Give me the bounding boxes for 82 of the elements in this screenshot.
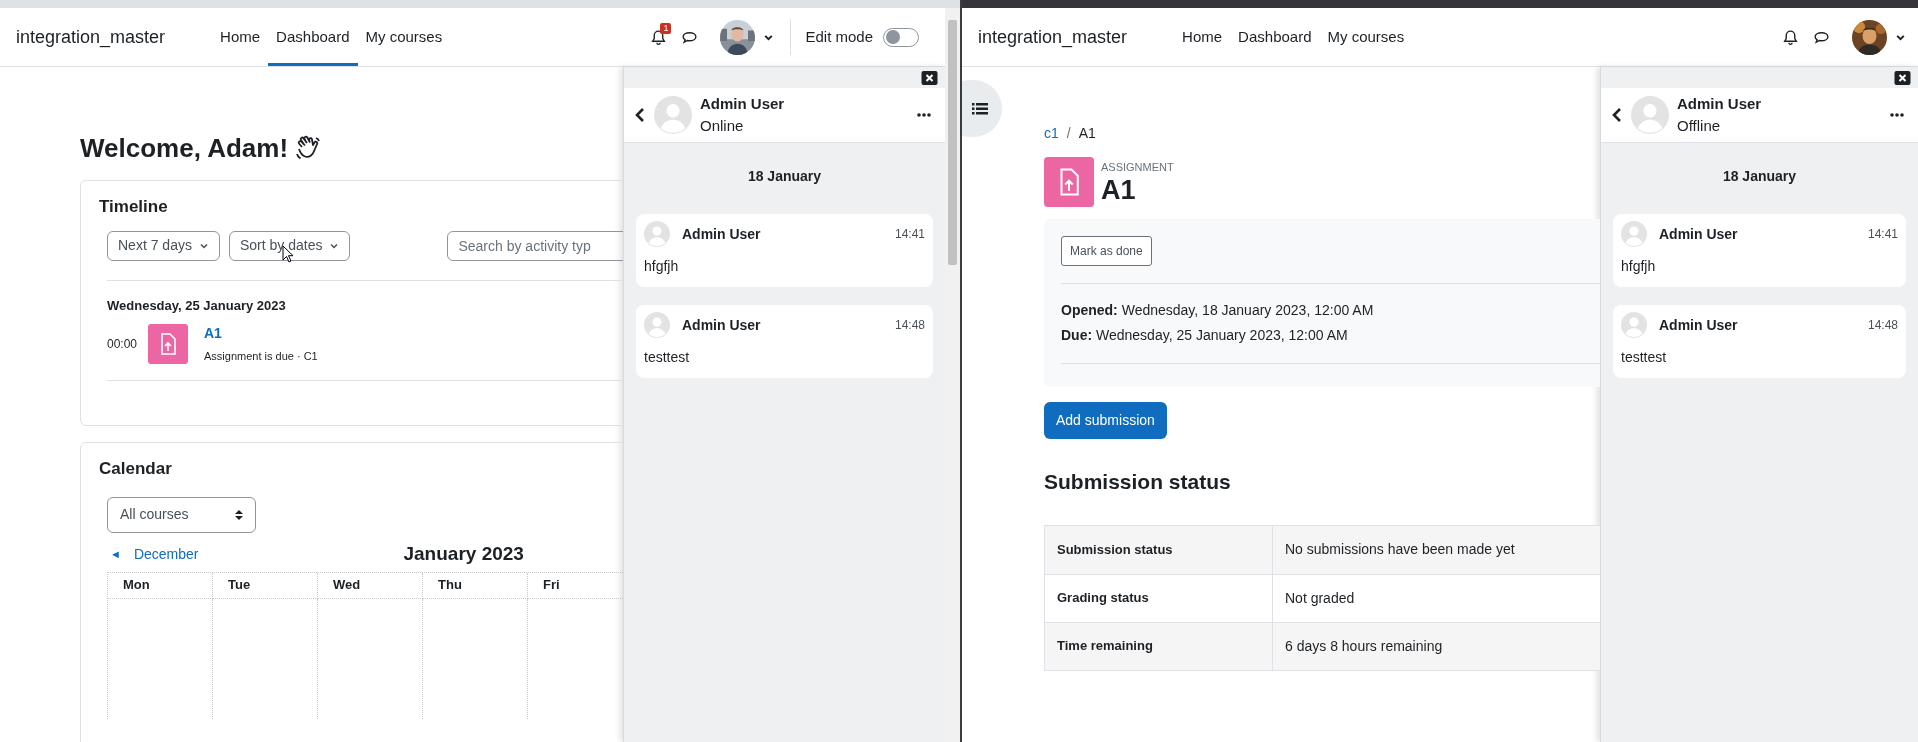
add-submission-button[interactable]: Add submission — [1044, 402, 1167, 439]
contact-name[interactable]: Admin User — [700, 93, 785, 115]
table-cell: Time remaining — [1045, 622, 1273, 670]
weekday-header: Wed — [318, 572, 423, 599]
waving-hand-icon — [296, 135, 321, 161]
date-divider: 18 January — [1721, 167, 1798, 186]
month-title: January 2023 — [403, 542, 524, 567]
previous-month-link[interactable]: ◄ December — [107, 544, 199, 565]
back-icon[interactable] — [634, 107, 646, 123]
avatar-icon — [1621, 312, 1647, 338]
avatar-icon — [1631, 96, 1669, 134]
course-select[interactable]: All courses — [107, 496, 256, 533]
table-cell-text: Not graded — [1284, 588, 1356, 608]
event-time: 00:00 — [107, 335, 139, 353]
message-text: hfgfjh — [644, 257, 680, 276]
nav-link[interactable]: My courses — [357, 8, 451, 66]
contact-status: Offline — [1677, 116, 1722, 136]
edit-mode-label: Edit mode — [805, 26, 873, 47]
message-time: 14:41 — [1867, 226, 1898, 243]
nav-link[interactable]: My courses — [1319, 8, 1413, 66]
back-icon[interactable] — [1611, 107, 1623, 123]
message-text: testtest — [1621, 348, 1668, 367]
avatar-icon — [654, 96, 692, 134]
page-heading: Welcome, Adam! — [80, 131, 289, 165]
table-cell: Submission status — [1045, 525, 1273, 574]
nav-link[interactable]: Dashboard — [1230, 8, 1320, 66]
assignment-icon — [1044, 157, 1094, 207]
nav-link[interactable]: Home — [1174, 8, 1231, 66]
close-icon[interactable] — [1894, 70, 1911, 85]
edit-mode-switch[interactable] — [883, 27, 919, 47]
event-detail: Assignment is due · C1 — [204, 349, 318, 364]
breadcrumb-link[interactable]: c1 — [1044, 122, 1059, 144]
date-heading: Wednesday, 25 January 2023 — [107, 296, 287, 315]
mark-as-done-button[interactable]: Mark as done — [1061, 236, 1152, 266]
avatar-icon — [644, 312, 670, 338]
message-time: 14:41 — [894, 226, 925, 243]
sender-name: Admin User — [682, 224, 762, 244]
scrollbar[interactable] — [945, 8, 960, 742]
breadcrumb-current: A1 — [1078, 123, 1096, 143]
message-time: 14:48 — [1867, 317, 1898, 334]
avatar-icon — [644, 221, 670, 247]
list-icon — [972, 101, 988, 116]
bell-icon[interactable] — [1782, 28, 1799, 46]
avatar-icon — [1621, 221, 1647, 247]
scrollbar-thumb[interactable] — [948, 20, 957, 265]
date-divider: 18 January — [746, 167, 823, 186]
sender-name: Admin User — [682, 315, 762, 335]
more-icon[interactable] — [917, 113, 931, 117]
message-text: hfgfjh — [1621, 257, 1657, 276]
weekday-header: Tue — [213, 572, 318, 599]
more-icon[interactable] — [1890, 113, 1904, 117]
page-heading: A1 — [1101, 175, 1137, 206]
table-cell: Grading status — [1045, 574, 1273, 622]
weekday-header: Mon — [108, 572, 213, 599]
switch-knob[interactable] — [886, 30, 900, 44]
contact-status: Online — [700, 116, 745, 136]
date-line: Due: Wednesday, 25 January 2023, 12:00 AM — [1061, 326, 1349, 345]
activity-type: ASSIGNMENT — [1101, 159, 1174, 175]
sort-arrows-icon — [235, 508, 243, 521]
event-link[interactable]: A1 — [204, 323, 222, 344]
nav-link[interactable]: Dashboard — [268, 8, 358, 66]
sender-name: Admin User — [1659, 315, 1739, 335]
breadcrumb-separator: / — [1066, 123, 1071, 143]
message-text: testtest — [644, 348, 691, 367]
date-line: Opened: Wednesday, 18 January 2023, 12:00 AM — [1061, 301, 1375, 320]
filter-dropdown[interactable]: Next 7 days — [107, 230, 220, 261]
table-cell-text: 6 days 8 hours remaining — [1284, 636, 1444, 656]
assignment-icon — [148, 323, 188, 364]
site-name[interactable]: integration_master — [978, 23, 1128, 51]
card-title: Timeline — [99, 196, 169, 218]
message-time: 14:48 — [894, 317, 925, 334]
close-icon[interactable] — [921, 70, 938, 85]
search-field[interactable]: Search by activity typ — [447, 230, 623, 261]
sender-name: Admin User — [1659, 224, 1739, 244]
contact-name[interactable]: Admin User — [1677, 93, 1762, 115]
notification-count: 1 — [660, 22, 672, 34]
site-name[interactable]: integration_master — [16, 23, 166, 51]
section-heading: Submission status — [1044, 469, 1232, 495]
table-cell-text: No submissions have been made yet — [1284, 540, 1516, 559]
weekday-header: Thu — [423, 572, 528, 599]
card-title: Calendar — [99, 458, 173, 480]
nav-link[interactable]: Home — [212, 8, 269, 66]
